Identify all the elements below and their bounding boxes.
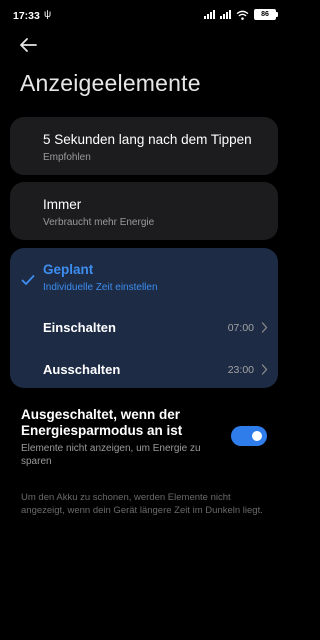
- option-title: 5 Sekunden lang nach dem Tippen: [43, 132, 252, 147]
- battery-icon: 86: [254, 9, 278, 20]
- schedule-on-label: Einschalten: [43, 320, 116, 335]
- option-title: Immer: [43, 197, 82, 212]
- footnote-text: Um den Akku zu schonen, werden Elemente …: [21, 492, 263, 516]
- option-title: Geplant: [43, 262, 94, 277]
- status-bar: 17:33 ψ 86: [0, 0, 288, 32]
- chevron-right-icon: [261, 364, 268, 375]
- option-always[interactable]: Immer Verbraucht mehr Energie: [10, 182, 278, 240]
- schedule-on-time: 07:00: [227, 322, 254, 334]
- status-time: 17:33: [13, 10, 40, 22]
- chevron-right-icon: [261, 322, 268, 333]
- wifi-icon: [236, 10, 249, 20]
- option-subtitle: Empfohlen: [43, 152, 91, 163]
- schedule-on-row[interactable]: Einschalten 07:00: [10, 309, 278, 345]
- signal-icon: [204, 10, 215, 19]
- schedule-off-label: Ausschalten: [43, 362, 121, 377]
- option-subtitle: Verbraucht mehr Energie: [43, 217, 155, 228]
- option-subtitle: Individuelle Zeit einstellen: [43, 282, 158, 293]
- check-icon: [21, 275, 35, 285]
- back-arrow-icon[interactable]: [16, 33, 40, 57]
- schedule-off-row[interactable]: Ausschalten 23:00: [10, 351, 278, 387]
- usb-icon: ψ: [44, 9, 52, 20]
- status-icons: 86: [204, 9, 278, 20]
- schedule-off-time: 23:00: [227, 364, 254, 376]
- option-scheduled[interactable]: Geplant Individuelle Zeit einstellen Ein…: [10, 248, 278, 388]
- toggle-knob: [252, 431, 262, 441]
- power-saving-toggle[interactable]: [231, 426, 267, 446]
- power-saving-subtitle: Elemente nicht anzeigen, um Energie zu s…: [21, 443, 201, 467]
- power-saving-title: Ausgeschaltet, wenn der Energiesparmodus…: [21, 407, 183, 438]
- option-tap-5-seconds[interactable]: 5 Sekunden lang nach dem Tippen Empfohle…: [10, 117, 278, 175]
- signal-icon: [220, 10, 231, 19]
- page-title: Anzeigeelemente: [20, 70, 201, 96]
